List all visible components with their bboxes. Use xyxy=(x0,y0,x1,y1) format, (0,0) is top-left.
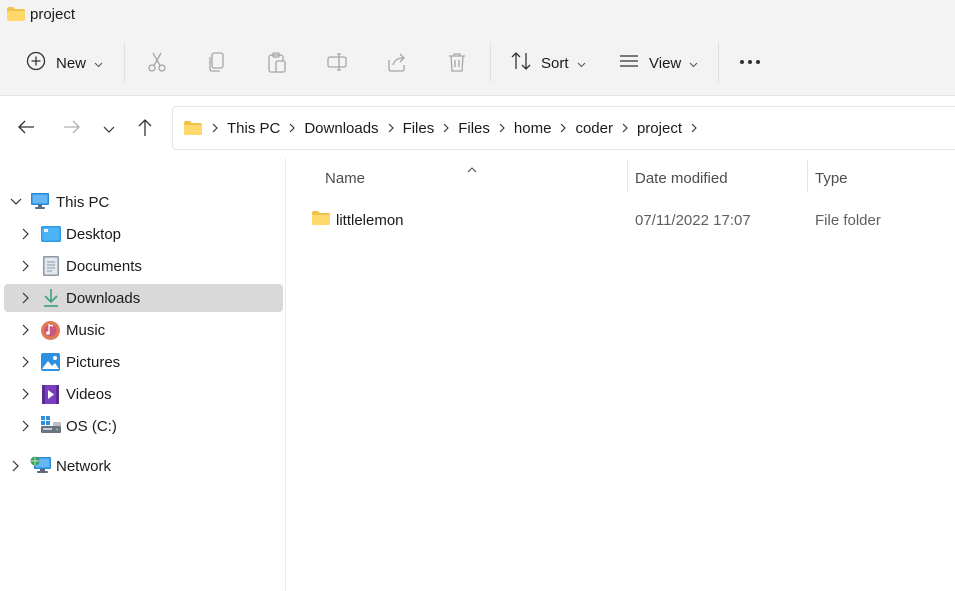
folder-icon xyxy=(311,210,331,229)
plus-circle-icon xyxy=(26,51,46,75)
chevron-down-icon xyxy=(689,55,698,72)
sidebar-item-pictures[interactable]: Pictures xyxy=(4,348,283,376)
command-bar: New Sort View xyxy=(0,30,955,96)
computer-icon xyxy=(30,192,50,210)
view-button-label: View xyxy=(649,54,682,72)
forward-arrow-icon[interactable] xyxy=(62,118,82,139)
breadcrumb-coder[interactable]: coder xyxy=(575,120,637,137)
folder-icon xyxy=(6,6,26,25)
sidebar-item-this-pc[interactable]: This PC xyxy=(4,188,283,216)
column-header-date-modified[interactable]: Date modified xyxy=(635,170,728,187)
up-arrow-icon[interactable] xyxy=(136,117,154,140)
paste-icon[interactable] xyxy=(266,51,288,73)
download-icon xyxy=(42,288,60,308)
sidebar-item-documents[interactable]: Documents xyxy=(4,252,283,280)
breadcrumb-files-2[interactable]: Files xyxy=(458,120,514,137)
row-name[interactable]: littlelemon xyxy=(336,212,404,229)
recent-locations-chevron-icon[interactable] xyxy=(103,121,115,137)
chevron-right-icon[interactable] xyxy=(22,260,30,272)
sidebar-item-videos[interactable]: Videos xyxy=(4,380,283,408)
column-divider[interactable] xyxy=(807,160,808,192)
more-icon[interactable] xyxy=(738,52,762,72)
column-header-type[interactable]: Type xyxy=(815,170,848,187)
breadcrumb-separator-icon[interactable] xyxy=(560,123,567,133)
new-button[interactable]: New xyxy=(26,51,103,75)
sort-button-label: Sort xyxy=(541,54,569,72)
toolbar-separator xyxy=(490,42,491,82)
pictures-icon xyxy=(40,352,61,372)
breadcrumb-home[interactable]: home xyxy=(514,120,576,137)
column-header-name[interactable]: Name xyxy=(325,170,365,187)
breadcrumb-downloads[interactable]: Downloads xyxy=(304,120,402,137)
breadcrumb-files[interactable]: Files xyxy=(403,120,459,137)
toolbar-separator xyxy=(124,42,125,82)
toolbar-separator xyxy=(718,42,719,82)
breadcrumb-separator-icon[interactable] xyxy=(212,123,218,133)
sidebar-item-music[interactable]: Music xyxy=(4,316,283,344)
chevron-down-icon[interactable] xyxy=(10,198,22,206)
chevron-down-icon xyxy=(577,55,586,72)
breadcrumb-project[interactable]: project xyxy=(637,120,706,137)
view-icon xyxy=(618,51,640,75)
breadcrumb-this-pc[interactable]: This PC xyxy=(227,120,304,137)
cut-icon[interactable] xyxy=(146,51,168,73)
folder-icon xyxy=(183,120,203,136)
breadcrumb-separator-icon[interactable] xyxy=(622,123,628,133)
chevron-right-icon[interactable] xyxy=(22,228,30,240)
desktop-icon xyxy=(40,225,62,243)
breadcrumb-separator-icon[interactable] xyxy=(443,123,450,133)
breadcrumb-separator-icon[interactable] xyxy=(388,123,394,133)
network-icon xyxy=(30,455,52,476)
sort-icon xyxy=(510,51,532,75)
music-icon xyxy=(40,320,61,341)
chevron-right-icon[interactable] xyxy=(22,356,30,368)
back-arrow-icon[interactable] xyxy=(16,118,36,139)
row-date-modified: 07/11/2022 17:07 xyxy=(635,212,751,229)
sort-ascending-indicator-icon xyxy=(467,160,477,176)
sidebar-item-desktop[interactable]: Desktop xyxy=(4,220,283,248)
chevron-right-icon[interactable] xyxy=(22,324,30,336)
window-title: project xyxy=(30,6,76,23)
chevron-down-icon xyxy=(94,55,103,72)
copy-icon[interactable] xyxy=(206,51,228,73)
videos-icon xyxy=(41,384,60,405)
chevron-right-icon[interactable] xyxy=(22,388,30,400)
sort-button[interactable]: Sort xyxy=(510,51,586,75)
rename-icon[interactable] xyxy=(326,51,348,73)
share-icon[interactable] xyxy=(386,51,408,73)
chevron-right-icon[interactable] xyxy=(22,292,30,304)
chevron-right-icon[interactable] xyxy=(22,420,30,432)
chevron-right-icon[interactable] xyxy=(12,460,20,472)
address-bar[interactable]: This PC Downloads Files Files home coder… xyxy=(172,106,955,150)
sidebar-item-os-c[interactable]: OS (C:) xyxy=(4,412,283,440)
column-divider[interactable] xyxy=(627,160,628,192)
sidebar-item-network[interactable]: Network xyxy=(4,452,283,480)
view-button[interactable]: View xyxy=(618,51,698,75)
breadcrumb-separator-icon[interactable] xyxy=(691,123,697,133)
title-bar: project xyxy=(0,0,955,30)
new-button-label: New xyxy=(56,54,87,72)
row-type: File folder xyxy=(815,212,881,229)
delete-icon[interactable] xyxy=(446,51,468,73)
sidebar-item-downloads[interactable]: Downloads xyxy=(4,284,283,312)
breadcrumb-separator-icon[interactable] xyxy=(289,123,296,133)
documents-icon xyxy=(42,255,60,277)
drive-icon xyxy=(40,415,62,435)
breadcrumb-separator-icon[interactable] xyxy=(499,123,505,133)
